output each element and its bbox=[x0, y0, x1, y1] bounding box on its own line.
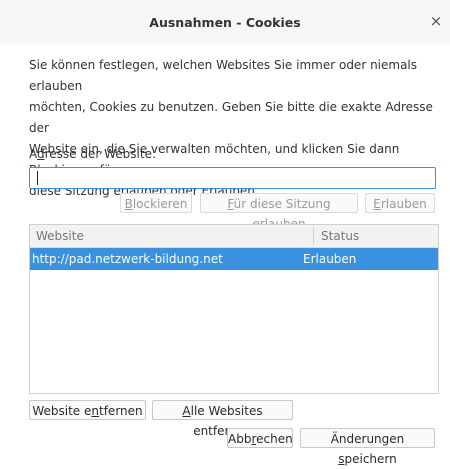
save-changes-button[interactable]: Änderungen speichern bbox=[300, 428, 435, 466]
allow-mnemonic: E bbox=[373, 197, 381, 211]
remove-website-prefix: Website e bbox=[32, 404, 92, 418]
save-prefix: Änderungen bbox=[330, 432, 405, 446]
allow-button[interactable]: Erlauben bbox=[365, 193, 435, 213]
table-header: Website Status bbox=[30, 225, 438, 248]
remove-website-mnemonic: n bbox=[91, 404, 99, 418]
block-label: lockieren bbox=[132, 197, 188, 211]
address-label: Adresse der Website: bbox=[29, 147, 156, 161]
remove-website-button[interactable]: Website entfernen bbox=[29, 400, 146, 420]
description-line: Sie können festlegen, welchen Websites S… bbox=[29, 58, 418, 93]
column-divider bbox=[313, 228, 314, 244]
column-header-status[interactable]: Status bbox=[321, 229, 359, 243]
window-title: Ausnahmen - Cookies bbox=[149, 15, 301, 30]
allow-label: rlauben bbox=[380, 197, 427, 211]
cancel-prefix: Abb bbox=[228, 432, 252, 446]
website-cell: http://pad.netzwerk-bildung.net bbox=[32, 252, 223, 266]
cancel-rest: echen bbox=[256, 432, 293, 446]
table-row[interactable]: http://pad.netzwerk-bildung.net Erlauben bbox=[30, 248, 438, 270]
website-address-input[interactable] bbox=[29, 167, 436, 189]
status-cell: Erlauben bbox=[303, 252, 357, 266]
column-header-website[interactable]: Website bbox=[36, 229, 84, 243]
remove-all-mnemonic: A bbox=[182, 404, 191, 418]
address-label-rest: resse der Website: bbox=[44, 147, 157, 161]
remove-website-rest: tfernen bbox=[99, 404, 143, 418]
address-label-prefix: A bbox=[29, 147, 37, 161]
allow-session-button[interactable]: Für diese Sitzung erlauben bbox=[200, 193, 358, 231]
save-rest: peichern bbox=[344, 452, 397, 466]
remove-all-websites-button[interactable]: Alle Websites entfernen bbox=[152, 400, 293, 438]
title-bar: Ausnahmen - Cookies × bbox=[0, 0, 450, 44]
block-button[interactable]: Blockieren bbox=[120, 193, 192, 213]
cancel-button[interactable]: Abbrechen bbox=[227, 428, 293, 448]
block-mnemonic: B bbox=[124, 197, 133, 211]
description-line: möchten, Cookies zu benutzen. Geben Sie … bbox=[29, 100, 433, 135]
exceptions-table[interactable]: Website Status http://pad.netzwerk-bildu… bbox=[29, 224, 439, 394]
close-icon[interactable]: × bbox=[428, 13, 444, 29]
address-label-mnemonic: d bbox=[37, 147, 45, 161]
text-caret bbox=[37, 171, 38, 185]
